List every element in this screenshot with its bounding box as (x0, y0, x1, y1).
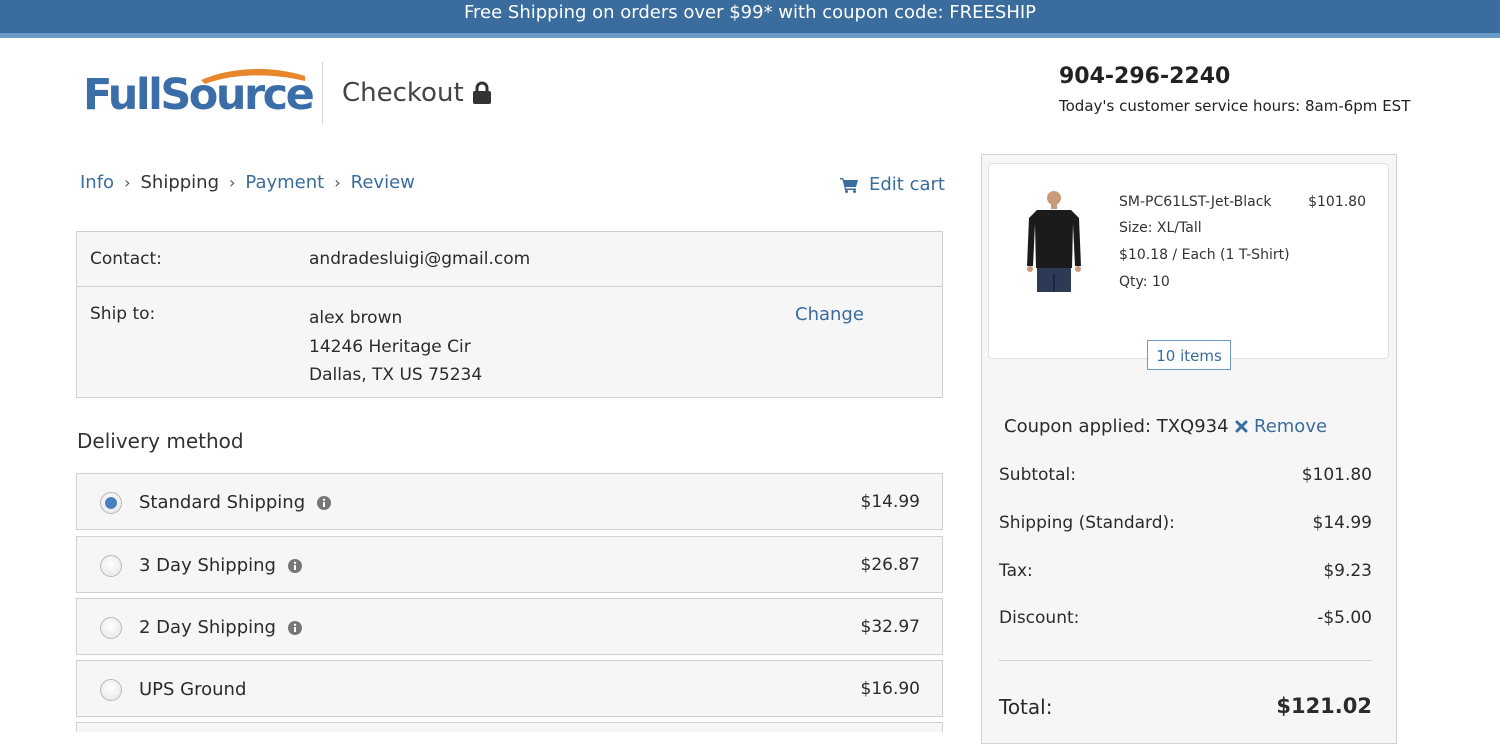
shipping-option-label: 2 Day Shipping (139, 617, 302, 638)
ship-to-name: alex brown (309, 308, 403, 328)
info-icon[interactable] (317, 495, 332, 510)
header-divider (322, 62, 323, 124)
product-unit-price: $10.18 / Each (1 T-Shirt) (1119, 247, 1290, 263)
ups-ground-price: $16.90 (860, 679, 920, 699)
shipping-option-partial (76, 722, 943, 732)
summary-divider (999, 660, 1372, 661)
discount-label: Discount: (999, 608, 1080, 628)
chevron-right-icon: › (229, 173, 236, 192)
chevron-right-icon: › (124, 173, 131, 192)
breadcrumb-review[interactable]: Review (351, 172, 415, 193)
edit-cart-label: Edit cart (869, 174, 945, 195)
product-name: SM-PC61LST-Jet-Black (1119, 194, 1272, 210)
promo-text: Free Shipping on orders over $99* with c… (463, 2, 1037, 23)
breadcrumb-shipping: Shipping (140, 172, 220, 193)
page-title: Checkout (342, 78, 464, 108)
logo-text: FullSource (83, 70, 315, 120)
tax-row: Tax: $9.23 (999, 561, 1372, 581)
cart-icon (840, 177, 858, 193)
total-label: Total: (999, 695, 1053, 719)
items-count-button[interactable]: 10 items (1147, 340, 1231, 370)
3-day-shipping-label: 3 Day Shipping (139, 555, 276, 576)
delivery-method-heading: Delivery method (77, 429, 244, 453)
product-size: Size: XL/Tall (1119, 220, 1202, 236)
product-quantity: Qty: 10 (1119, 274, 1170, 290)
ups-ground-label: UPS Ground (139, 679, 247, 700)
shipping-row: Shipping (Standard): $14.99 (999, 513, 1372, 533)
product-thumbnail[interactable] (1023, 188, 1085, 298)
tax-label: Tax: (999, 561, 1033, 581)
remove-coupon-link[interactable]: Remove (1235, 416, 1327, 437)
3-day-shipping-price: $26.87 (860, 555, 920, 575)
discount-value: -$5.00 (1317, 608, 1372, 628)
review-info-box: Contact: andradesluigi@gmail.com Ship to… (76, 231, 943, 398)
total-row: Total: $121.02 (999, 694, 1372, 719)
shipping-option-standard[interactable]: Standard Shipping $14.99 (76, 473, 943, 530)
remove-label: Remove (1254, 416, 1328, 437)
shipping-option-label: 3 Day Shipping (139, 555, 302, 576)
breadcrumb-payment[interactable]: Payment (245, 172, 324, 193)
shipping-option-3-day[interactable]: 3 Day Shipping $26.87 (76, 536, 943, 593)
change-address-link[interactable]: Change (795, 304, 864, 325)
shipping-option-ups-ground[interactable]: UPS Ground $16.90 (76, 660, 943, 717)
ship-to-row: Ship to: alex brown 14246 Heritage Cir D… (77, 287, 942, 397)
shipping-value: $14.99 (1312, 513, 1372, 533)
info-icon[interactable] (287, 558, 302, 573)
breadcrumb-info[interactable]: Info (80, 172, 114, 193)
radio-2-day-shipping[interactable] (100, 617, 122, 639)
cart-item-card: SM-PC61LST-Jet-Black $101.80 Size: XL/Ta… (988, 163, 1389, 359)
tax-value: $9.23 (1323, 561, 1372, 581)
fullsource-logo[interactable]: FullSource (83, 64, 315, 124)
total-value: $121.02 (1276, 694, 1372, 718)
contact-row: Contact: andradesluigi@gmail.com (77, 232, 942, 287)
coupon-applied: Coupon applied: TXQ934 (1004, 416, 1229, 437)
subtotal-row: Subtotal: $101.80 (999, 465, 1372, 485)
2-day-shipping-label: 2 Day Shipping (139, 617, 276, 638)
breadcrumb: Info › Shipping › Payment › Review (80, 172, 415, 193)
shipping-option-label: Standard Shipping (139, 492, 332, 513)
ship-to-city: Dallas, TX US 75234 (309, 365, 483, 385)
contact-email: andradesluigi@gmail.com (309, 249, 531, 269)
promo-bar: Free Shipping on orders over $99* with c… (0, 0, 1500, 38)
shipping-option-label: UPS Ground (139, 679, 246, 700)
shipping-label: Shipping (Standard): (999, 513, 1175, 533)
subtotal-value: $101.80 (1301, 465, 1372, 485)
order-summary-panel: SM-PC61LST-Jet-Black $101.80 Size: XL/Ta… (981, 154, 1397, 744)
radio-standard-shipping[interactable] (100, 492, 122, 514)
2-day-shipping-price: $32.97 (860, 617, 920, 637)
discount-row: Discount: -$5.00 (999, 608, 1372, 628)
chevron-right-icon: › (334, 173, 341, 192)
subtotal-label: Subtotal: (999, 465, 1076, 485)
shipping-option-2-day[interactable]: 2 Day Shipping $32.97 (76, 598, 943, 655)
phone-number[interactable]: 904-296-2240 (1059, 64, 1230, 89)
lock-icon (473, 81, 491, 104)
standard-shipping-price: $14.99 (860, 492, 920, 512)
contact-label: Contact: (90, 249, 162, 269)
close-icon (1235, 420, 1248, 433)
ship-to-address: alex brown 14246 Heritage Cir Dallas, TX… (309, 304, 482, 390)
edit-cart-link[interactable]: Edit cart (840, 174, 945, 195)
product-price: $101.80 (1308, 194, 1366, 210)
ship-to-label: Ship to: (90, 304, 156, 324)
info-icon[interactable] (287, 620, 302, 635)
ship-to-street: 14246 Heritage Cir (309, 336, 471, 357)
radio-ups-ground[interactable] (100, 679, 122, 701)
radio-3-day-shipping[interactable] (100, 555, 122, 577)
standard-shipping-label: Standard Shipping (139, 492, 306, 513)
service-hours: Today's customer service hours: 8am-6pm … (1059, 97, 1411, 115)
